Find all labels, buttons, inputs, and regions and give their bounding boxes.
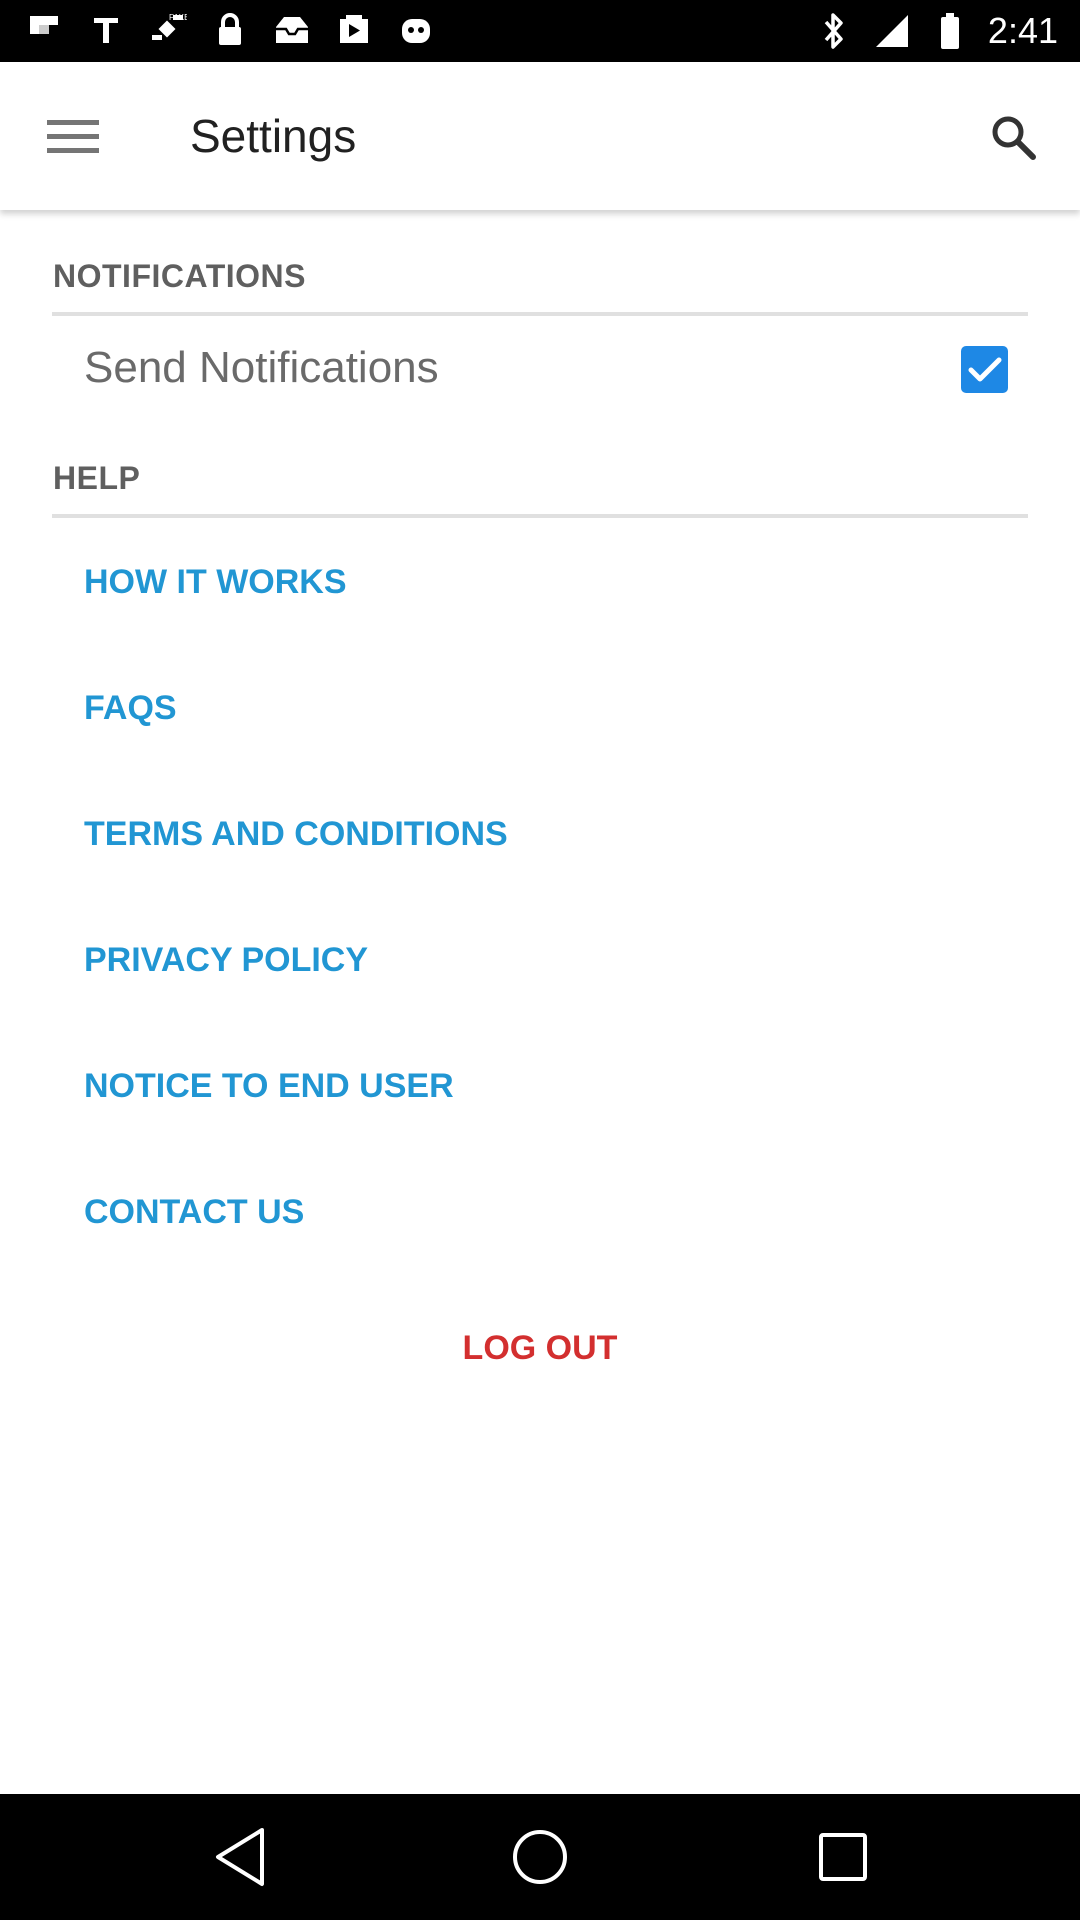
robot-icon — [396, 10, 436, 50]
search-icon — [992, 116, 1036, 160]
home-button[interactable] — [505, 1822, 575, 1892]
svg-text:FAKE: FAKE — [169, 13, 187, 22]
notifications-divider — [52, 312, 1028, 316]
text-icon — [86, 10, 126, 50]
status-time: 2:41 — [987, 10, 1058, 51]
help-section-header: HELP — [53, 460, 141, 496]
recents-icon — [819, 1833, 867, 1881]
status-icons-left: FAKE — [24, 10, 436, 50]
send-notifications-label[interactable]: Send Notifications — [84, 340, 439, 396]
search-button[interactable] — [974, 98, 1054, 178]
back-button[interactable] — [205, 1822, 275, 1892]
logout-button[interactable]: LOG OUT — [0, 1326, 1080, 1370]
notifications-section-header: NOTIFICATIONS — [53, 258, 306, 294]
signal-icon — [872, 11, 912, 51]
link-how-it-works[interactable]: HOW IT WORKS — [84, 560, 347, 604]
link-terms-and-conditions[interactable]: TERMS AND CONDITIONS — [84, 812, 508, 856]
home-icon — [513, 1830, 567, 1884]
send-notifications-checkbox[interactable] — [961, 346, 1008, 393]
inbox-icon — [272, 10, 312, 50]
status-bar: FAKE 2:41 — [0, 0, 1080, 62]
hamburger-menu-icon — [47, 120, 99, 153]
back-icon — [216, 1828, 264, 1886]
flipboard-icon — [24, 10, 64, 50]
link-privacy-policy[interactable]: PRIVACY POLICY — [84, 938, 368, 982]
recents-button[interactable] — [808, 1822, 878, 1892]
page-title: Settings — [190, 110, 357, 162]
battery-icon — [930, 11, 970, 51]
fake-gps-icon: FAKE — [148, 10, 188, 50]
menu-button[interactable] — [30, 104, 116, 170]
help-divider — [52, 514, 1028, 518]
bluetooth-icon — [814, 11, 854, 51]
lock-icon — [210, 10, 250, 50]
app-bar: Settings — [0, 62, 1080, 210]
navigation-bar — [0, 1794, 1080, 1920]
link-notice-to-end-user[interactable]: NOTICE TO END USER — [84, 1064, 454, 1108]
play-store-icon — [334, 10, 374, 50]
link-faqs[interactable]: FAQS — [84, 686, 177, 730]
status-icons-right: 2:41 — [814, 8, 1058, 54]
checkmark-icon — [968, 357, 1001, 381]
link-contact-us[interactable]: CONTACT US — [84, 1190, 304, 1234]
